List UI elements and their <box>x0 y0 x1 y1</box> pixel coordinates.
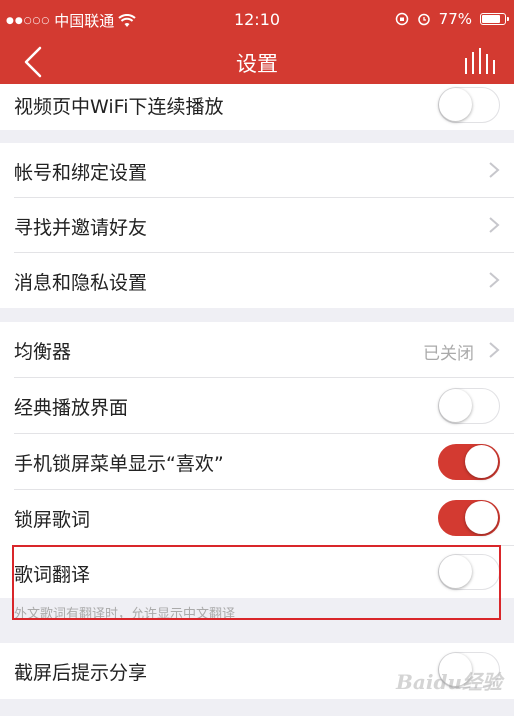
lockscreen-lyrics-toggle[interactable] <box>438 500 500 536</box>
nav-bar: 设置 <box>0 40 514 84</box>
toggle-knob <box>439 389 472 422</box>
row-label: 消息和隐私设置 <box>14 272 148 294</box>
page-title: 设置 <box>236 52 278 76</box>
highlight-box <box>12 545 501 620</box>
toggle-knob <box>465 501 498 534</box>
row-lockscreen-lyrics: 锁屏歌词 <box>0 490 514 546</box>
baidu-watermark: Baidu经验 <box>396 670 502 694</box>
row-wifi-autoplay: 视频页中WiFi下连续播放 <box>0 84 514 130</box>
row-label: 截屏后提示分享 <box>14 662 148 684</box>
row-invite-friends[interactable]: 寻找并邀请好友 <box>0 198 514 253</box>
row-classic-player: 经典播放界面 <box>0 378 514 434</box>
toggle-knob <box>465 445 498 478</box>
equalizer-status: 已关闭 <box>423 344 474 364</box>
row-label: 视频页中WiFi下连续播放 <box>14 96 224 118</box>
row-equalizer[interactable]: 均衡器 已关闭 <box>0 322 514 378</box>
chevron-right-icon <box>489 217 500 233</box>
wifi-autoplay-toggle[interactable] <box>438 87 500 123</box>
alarm-icon <box>417 13 430 26</box>
row-lockscreen-like: 手机锁屏菜单显示“喜欢” <box>0 434 514 490</box>
battery-icon <box>480 13 509 25</box>
classic-player-toggle[interactable] <box>438 388 500 424</box>
row-privacy[interactable]: 消息和隐私设置 <box>0 253 514 308</box>
row-label: 均衡器 <box>14 341 72 363</box>
rotation-lock-icon <box>395 12 408 26</box>
row-account-binding[interactable]: 帐号和绑定设置 <box>0 143 514 198</box>
toggle-knob <box>439 88 472 121</box>
chevron-right-icon <box>489 162 500 178</box>
row-label: 手机锁屏菜单显示“喜欢” <box>14 453 224 475</box>
status-bar: ●●○○○ 中国联通 12:10 77% <box>0 0 514 40</box>
status-right: 77% <box>395 10 509 28</box>
row-label: 帐号和绑定设置 <box>14 162 148 184</box>
row-label: 锁屏歌词 <box>14 509 91 531</box>
row-label: 经典播放界面 <box>14 397 129 419</box>
battery-percent: 77% <box>438 10 472 28</box>
row-label: 寻找并邀请好友 <box>14 217 148 239</box>
equalizer-bars-icon[interactable] <box>460 44 500 80</box>
lockscreen-like-toggle[interactable] <box>438 444 500 480</box>
chevron-right-icon <box>489 342 500 358</box>
chevron-right-icon <box>489 272 500 288</box>
